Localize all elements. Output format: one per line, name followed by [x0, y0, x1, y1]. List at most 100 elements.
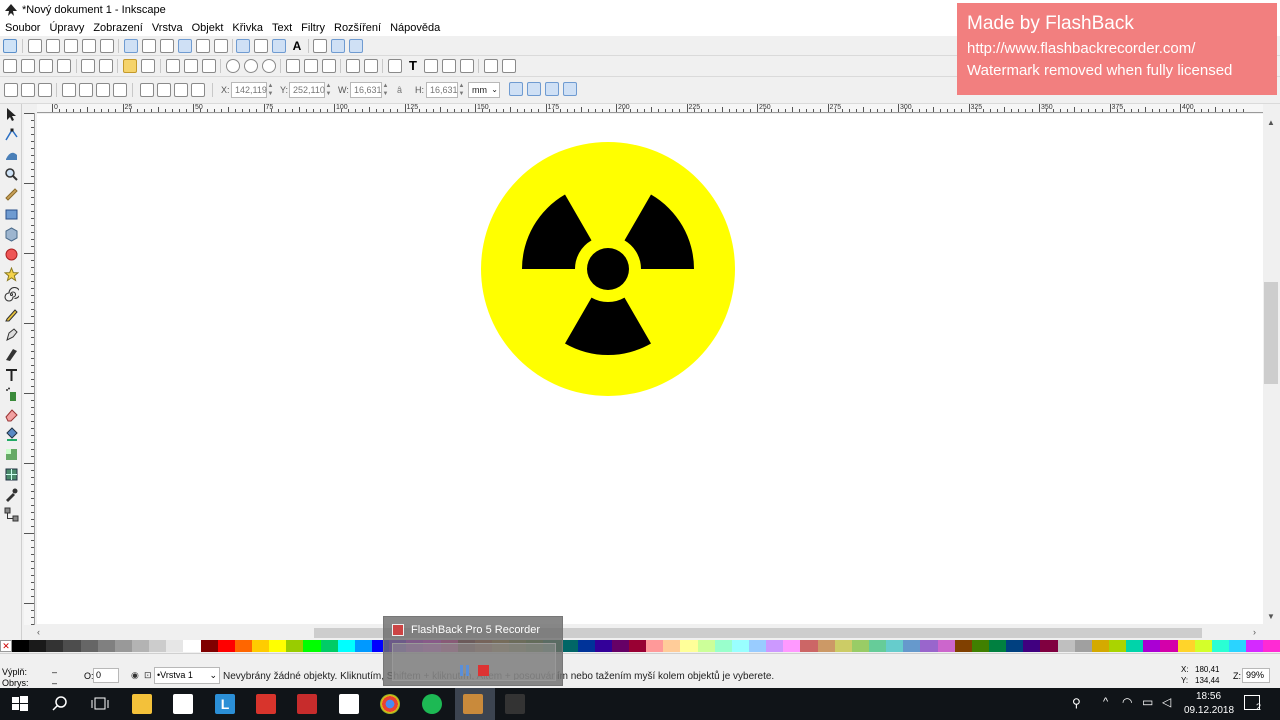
mesh-tool-icon[interactable]: [4, 467, 19, 482]
text-font-icon[interactable]: T: [406, 59, 420, 73]
x-spinner[interactable]: ▲ ▼: [267, 82, 274, 98]
export-icon[interactable]: [99, 59, 113, 73]
palette-swatch[interactable]: [1040, 640, 1058, 652]
palette-swatch[interactable]: [303, 640, 321, 652]
palette-swatch[interactable]: [749, 640, 767, 652]
star-tool-icon[interactable]: [3, 266, 20, 282]
palette-swatch[interactable]: [577, 640, 595, 652]
menu-objekt[interactable]: Objekt: [192, 22, 224, 34]
snap-toggle-icon[interactable]: [3, 39, 17, 53]
snap-text-baseline-icon[interactable]: [272, 39, 286, 53]
palette-swatch[interactable]: [149, 640, 167, 652]
pencil-tool-icon[interactable]: [4, 307, 19, 322]
palette-swatch[interactable]: [269, 640, 287, 652]
snap-guide-icon[interactable]: [349, 39, 363, 53]
store-icon[interactable]: [173, 694, 193, 714]
eraser-tool-icon[interactable]: [4, 407, 19, 422]
snap-smooth-icon[interactable]: [196, 39, 210, 53]
snap-midpoint-icon[interactable]: [82, 39, 96, 53]
rotate-cw-icon[interactable]: [79, 83, 93, 97]
flashback-recorder-icon[interactable]: [463, 694, 483, 714]
menu-soubor[interactable]: Soubor: [5, 22, 40, 34]
bucket-fill-tool-icon[interactable]: [4, 427, 19, 442]
palette-swatch[interactable]: [1263, 640, 1280, 652]
text-anchor-icon[interactable]: A: [290, 39, 304, 53]
palette-swatch[interactable]: [1194, 640, 1212, 652]
cut-icon[interactable]: [184, 59, 198, 73]
calligraphy-tool-icon[interactable]: [4, 347, 19, 362]
zoom-drawing-icon[interactable]: [244, 59, 258, 73]
palette-swatch[interactable]: [217, 640, 235, 652]
raise-icon[interactable]: [157, 83, 171, 97]
text-tool-icon[interactable]: [4, 367, 19, 382]
scroll-left-icon[interactable]: ‹: [37, 627, 40, 637]
palette-swatch[interactable]: [80, 640, 98, 652]
undo-icon[interactable]: [123, 59, 137, 73]
flip-vertical-icon[interactable]: [113, 83, 127, 97]
select-all-layers-icon[interactable]: [21, 83, 35, 97]
node-tool-icon[interactable]: [4, 127, 19, 142]
snap-intersection-icon[interactable]: [160, 39, 174, 53]
palette-swatch[interactable]: [1246, 640, 1264, 652]
tweak-tool-icon[interactable]: [4, 147, 19, 162]
zoom-input[interactable]: 99%: [1242, 668, 1270, 683]
app-l-icon[interactable]: L: [215, 694, 235, 714]
menu-text[interactable]: Text: [272, 22, 292, 34]
measure-tool-icon[interactable]: [4, 187, 19, 202]
scroll-right-icon[interactable]: ›: [1253, 627, 1256, 637]
palette-swatch[interactable]: [1126, 640, 1144, 652]
palette-swatch[interactable]: [629, 640, 647, 652]
vertical-scroll-thumb[interactable]: [1264, 282, 1278, 384]
lower-to-bottom-icon[interactable]: [191, 83, 205, 97]
snap-cusp-icon[interactable]: [178, 39, 192, 53]
ungroup-icon[interactable]: [364, 59, 378, 73]
fill-stroke-icon[interactable]: [388, 59, 402, 73]
snap-center-icon[interactable]: [100, 39, 114, 53]
w-spinner[interactable]: ▲ ▼: [382, 82, 389, 98]
zoom-tool-icon[interactable]: [4, 167, 19, 182]
palette-swatch[interactable]: [920, 640, 938, 652]
palette-swatch[interactable]: [1091, 640, 1109, 652]
group-icon[interactable]: [346, 59, 360, 73]
x-input[interactable]: 142,119: [231, 82, 267, 98]
palette-swatch[interactable]: [611, 640, 630, 652]
palette-swatch[interactable]: [1057, 640, 1075, 652]
y-input[interactable]: 252,110: [289, 82, 325, 98]
volume-icon[interactable]: ◁: [1162, 695, 1171, 709]
palette-swatch[interactable]: [63, 640, 81, 652]
palette-swatch[interactable]: [989, 640, 1007, 652]
drawing-canvas[interactable]: [37, 114, 1263, 624]
layer-select[interactable]: •Vrstva 1 ⌄: [154, 667, 220, 684]
snap-bbox-icon[interactable]: [28, 39, 42, 53]
palette-swatch[interactable]: [560, 640, 578, 652]
flashback-recorder-panel[interactable]: FlashBack Pro 5 Recorder: [383, 616, 563, 686]
pen-tool-icon[interactable]: [4, 327, 19, 342]
palette-swatch[interactable]: [337, 640, 355, 652]
palette-swatch[interactable]: [251, 640, 270, 652]
task-view-icon[interactable]: [90, 694, 110, 714]
windows-start-icon[interactable]: [10, 694, 30, 714]
vertical-scrollbar[interactable]: ▲ ▼: [1263, 104, 1280, 626]
menu-filtry[interactable]: Filtry: [301, 22, 325, 34]
search-icon[interactable]: [50, 694, 70, 714]
xml-editor-icon[interactable]: [442, 59, 456, 73]
menu-rozsireni[interactable]: Rozšíření: [334, 22, 381, 34]
palette-swatch[interactable]: [971, 640, 990, 652]
print-icon[interactable]: [57, 59, 71, 73]
palette-swatch[interactable]: [12, 640, 30, 652]
chevron-up-icon[interactable]: ^: [1103, 696, 1108, 708]
palette-swatch[interactable]: [234, 640, 252, 652]
connector-tool-icon[interactable]: [4, 507, 19, 522]
palette-swatch[interactable]: [1006, 640, 1024, 652]
palette-swatch[interactable]: [286, 640, 304, 652]
h-spinner[interactable]: ▲ ▼: [458, 82, 465, 98]
opacity-input[interactable]: 0: [93, 668, 119, 683]
snap-nodes-icon[interactable]: [124, 39, 138, 53]
palette-swatch[interactable]: [200, 640, 218, 652]
palette-swatch[interactable]: [1177, 640, 1195, 652]
move-gradients-icon[interactable]: [545, 82, 559, 96]
rectangle-tool-icon[interactable]: [4, 207, 19, 222]
lower-icon[interactable]: [174, 83, 188, 97]
selector-tool-icon[interactable]: [4, 107, 19, 122]
palette-swatch[interactable]: [1211, 640, 1229, 652]
